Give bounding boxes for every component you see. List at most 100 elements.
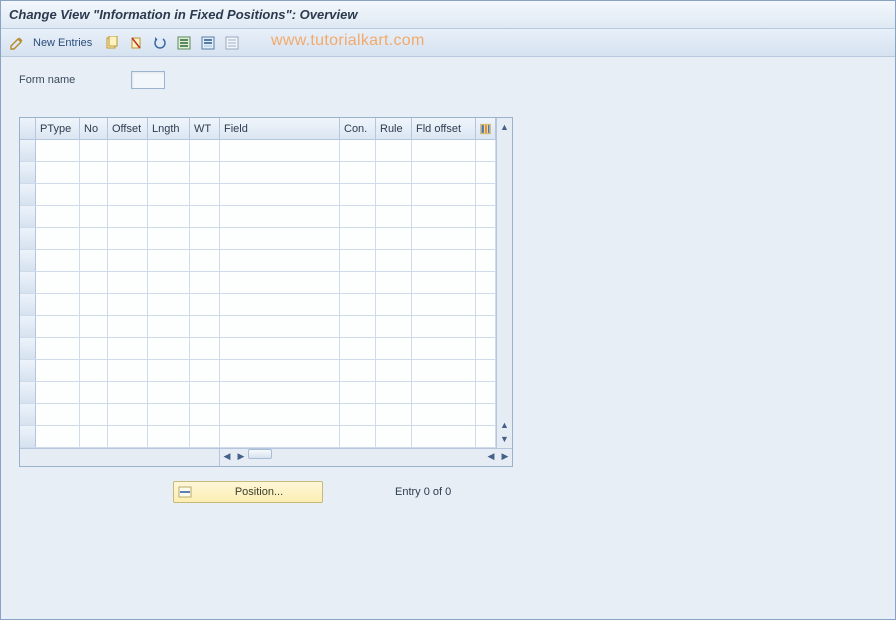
cell-offset[interactable] xyxy=(108,206,148,227)
delete-icon[interactable] xyxy=(126,33,146,53)
row-selector[interactable] xyxy=(20,338,36,359)
row-selector[interactable] xyxy=(20,162,36,183)
table-config-button[interactable] xyxy=(476,118,496,139)
cell-lngth[interactable] xyxy=(148,228,190,249)
cell-ptype[interactable] xyxy=(36,272,80,293)
cell-offset[interactable] xyxy=(108,250,148,271)
table-row[interactable] xyxy=(20,140,496,162)
cell-offset[interactable] xyxy=(108,294,148,315)
cell-rule[interactable] xyxy=(376,228,412,249)
vertical-scrollbar[interactable]: ▲ ▲ ▼ xyxy=(496,118,512,448)
cell-con[interactable] xyxy=(340,360,376,381)
table-row[interactable] xyxy=(20,162,496,184)
cell-fldoffset[interactable] xyxy=(412,294,476,315)
hscroll-left-icon[interactable]: ◀ xyxy=(220,449,234,463)
cell-wt[interactable] xyxy=(190,316,220,337)
cell-con[interactable] xyxy=(340,272,376,293)
cell-offset[interactable] xyxy=(108,404,148,425)
scroll-up-icon[interactable]: ▲ xyxy=(498,120,512,134)
table-row[interactable] xyxy=(20,294,496,316)
cell-wt[interactable] xyxy=(190,294,220,315)
row-selector[interactable] xyxy=(20,272,36,293)
horizontal-scrollbar[interactable]: ◀ ▶ ◀ ▶ xyxy=(20,448,512,466)
cell-con[interactable] xyxy=(340,382,376,403)
cell-field[interactable] xyxy=(220,250,340,271)
select-all-icon[interactable] xyxy=(174,33,194,53)
cell-no[interactable] xyxy=(80,426,108,447)
cell-lngth[interactable] xyxy=(148,184,190,205)
table-row[interactable] xyxy=(20,338,496,360)
col-header-field[interactable]: Field xyxy=(220,118,340,139)
position-button[interactable]: Position... xyxy=(173,481,323,503)
cell-rule[interactable] xyxy=(376,316,412,337)
cell-con[interactable] xyxy=(340,294,376,315)
deselect-all-icon[interactable] xyxy=(222,33,242,53)
cell-lngth[interactable] xyxy=(148,140,190,161)
cell-rule[interactable] xyxy=(376,272,412,293)
cell-fldoffset[interactable] xyxy=(412,316,476,337)
cell-no[interactable] xyxy=(80,294,108,315)
cell-rule[interactable] xyxy=(376,426,412,447)
row-selector[interactable] xyxy=(20,382,36,403)
col-header-offset[interactable]: Offset xyxy=(108,118,148,139)
cell-field[interactable] xyxy=(220,426,340,447)
cell-rule[interactable] xyxy=(376,250,412,271)
cell-con[interactable] xyxy=(340,162,376,183)
select-block-icon[interactable] xyxy=(198,33,218,53)
cell-con[interactable] xyxy=(340,228,376,249)
cell-rule[interactable] xyxy=(376,294,412,315)
hscroll-track[interactable] xyxy=(272,449,484,466)
cell-fldoffset[interactable] xyxy=(412,228,476,249)
cell-offset[interactable] xyxy=(108,316,148,337)
cell-con[interactable] xyxy=(340,250,376,271)
table-row[interactable] xyxy=(20,206,496,228)
cell-offset[interactable] xyxy=(108,228,148,249)
cell-no[interactable] xyxy=(80,228,108,249)
row-selector[interactable] xyxy=(20,360,36,381)
cell-field[interactable] xyxy=(220,228,340,249)
row-selector[interactable] xyxy=(20,250,36,271)
table-row[interactable] xyxy=(20,404,496,426)
cell-ptype[interactable] xyxy=(36,404,80,425)
cell-offset[interactable] xyxy=(108,272,148,293)
cell-field[interactable] xyxy=(220,294,340,315)
cell-wt[interactable] xyxy=(190,382,220,403)
cell-con[interactable] xyxy=(340,184,376,205)
scroll-down2-icon[interactable]: ▼ xyxy=(498,432,512,446)
cell-lngth[interactable] xyxy=(148,294,190,315)
cell-rule[interactable] xyxy=(376,404,412,425)
cell-lngth[interactable] xyxy=(148,338,190,359)
cell-lngth[interactable] xyxy=(148,426,190,447)
cell-wt[interactable] xyxy=(190,250,220,271)
cell-rule[interactable] xyxy=(376,360,412,381)
table-row[interactable] xyxy=(20,382,496,404)
col-header-lngth[interactable]: Lngth xyxy=(148,118,190,139)
cell-ptype[interactable] xyxy=(36,338,80,359)
undo-icon[interactable] xyxy=(150,33,170,53)
cell-no[interactable] xyxy=(80,250,108,271)
cell-no[interactable] xyxy=(80,162,108,183)
cell-wt[interactable] xyxy=(190,162,220,183)
cell-con[interactable] xyxy=(340,206,376,227)
row-selector[interactable] xyxy=(20,228,36,249)
cell-no[interactable] xyxy=(80,338,108,359)
cell-wt[interactable] xyxy=(190,206,220,227)
cell-offset[interactable] xyxy=(108,140,148,161)
col-header-con[interactable]: Con. xyxy=(340,118,376,139)
cell-no[interactable] xyxy=(80,206,108,227)
cell-con[interactable] xyxy=(340,316,376,337)
cell-offset[interactable] xyxy=(108,184,148,205)
cell-ptype[interactable] xyxy=(36,140,80,161)
cell-lngth[interactable] xyxy=(148,206,190,227)
scroll-down-icon[interactable]: ▲ xyxy=(498,418,512,432)
cell-no[interactable] xyxy=(80,184,108,205)
cell-rule[interactable] xyxy=(376,338,412,359)
cell-offset[interactable] xyxy=(108,382,148,403)
cell-ptype[interactable] xyxy=(36,316,80,337)
cell-rule[interactable] xyxy=(376,162,412,183)
cell-fldoffset[interactable] xyxy=(412,272,476,293)
cell-fldoffset[interactable] xyxy=(412,360,476,381)
cell-fldoffset[interactable] xyxy=(412,426,476,447)
hscroll-right-icon[interactable]: ▶ xyxy=(234,449,248,463)
cell-field[interactable] xyxy=(220,316,340,337)
